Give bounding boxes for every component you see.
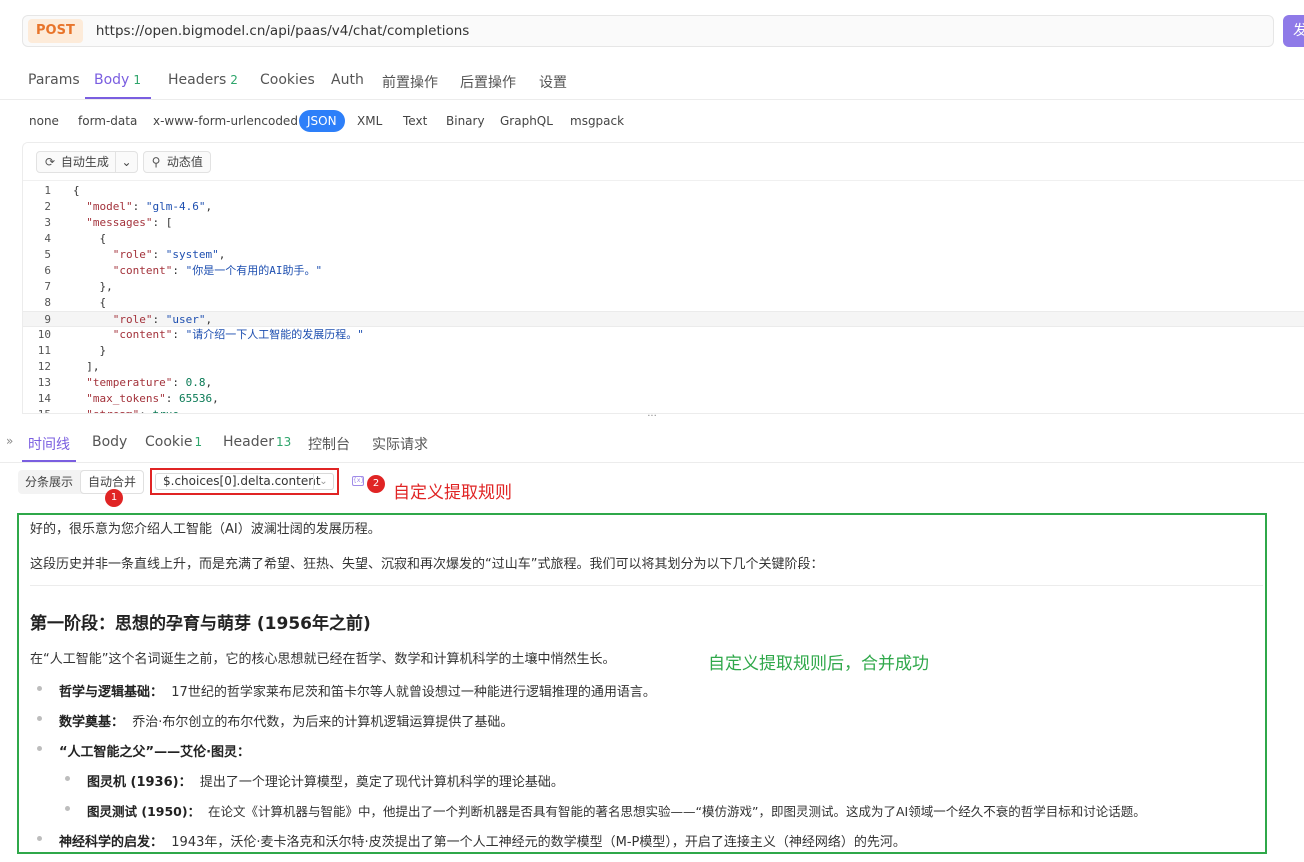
response-tabs: » 时间线 Body Cookie 1 Header 13 控制台 实际请求 xyxy=(0,425,1304,463)
body-type-graphql[interactable]: GraphQL xyxy=(500,114,553,128)
tab-settings[interactable]: 设置 xyxy=(539,72,567,92)
annotation-rule-label: 自定义提取规则 xyxy=(393,483,512,503)
tab-timeline[interactable]: 时间线 xyxy=(28,434,70,454)
code-line-active: 9 "role": "user", xyxy=(23,311,1304,327)
code-line: 14 "max_tokens": 65536, xyxy=(37,392,219,405)
body-type-msgpack[interactable]: msgpack xyxy=(570,114,624,128)
url-bar[interactable]: POST https://open.bigmodel.cn/api/paas/v… xyxy=(22,15,1274,47)
list-item: 图灵机 (1936)： 提出了一个理论计算模型，奠定了现代计算机科学的理论基础。 xyxy=(87,775,564,790)
divider xyxy=(30,585,1263,586)
code-line: 7 }, xyxy=(44,280,113,293)
code-line: 1{ xyxy=(44,184,80,197)
chevron-down-icon: ⌄ xyxy=(313,474,333,489)
tab-cookies[interactable]: Cookies xyxy=(260,72,315,88)
body-type-none[interactable]: none xyxy=(29,114,59,128)
tab-auth[interactable]: Auth xyxy=(331,72,364,88)
collapse-icon[interactable]: » xyxy=(6,434,13,448)
body-type-xml[interactable]: XML xyxy=(357,114,382,128)
code-line: 12 ], xyxy=(37,360,100,373)
extract-rule-select[interactable]: $.choices[0].delta.content ⌄ xyxy=(155,473,334,490)
code-line: 15 "stream": true xyxy=(23,407,1304,413)
code-line: 2 "model": "glm-4.6", xyxy=(44,200,213,213)
body-type-text[interactable]: Text xyxy=(403,114,427,128)
annotation-highlight-box: $.choices[0].delta.content ⌄ xyxy=(150,468,339,495)
tab-params[interactable]: Params xyxy=(28,72,80,88)
magic-wand-icon: ⚲ xyxy=(151,155,161,169)
tab-cookie[interactable]: Cookie 1 xyxy=(145,434,202,450)
bullet xyxy=(37,716,42,721)
code-line: 3 "messages": [ xyxy=(44,216,173,229)
editor-toolbar: ⟳ 自动生成 ⌄ ⚲ 动态值 xyxy=(23,143,1304,181)
extract-rule-icon[interactable]: {x} xyxy=(352,476,364,486)
json-body-editor[interactable]: ⟳ 自动生成 ⌄ ⚲ 动态值 1{ 2 "model": "glm-4.6", … xyxy=(22,142,1304,414)
code-line: 5 "role": "system", xyxy=(44,248,226,261)
tab-body[interactable]: Body 1 xyxy=(94,72,141,88)
list-item: 图灵测试 (1950)： 在论文《计算机器与智能》中，他提出了一个判断机器是否具… xyxy=(87,804,1146,819)
paragraph: 在“人工智能”这个名词诞生之前，它的核心思想就已经在哲学、数学和计算机科学的土壤… xyxy=(30,652,616,667)
bullet xyxy=(37,836,42,841)
chevron-down-icon[interactable]: ⌄ xyxy=(115,152,137,172)
code-line: 10 "content": "请介绍一下人工智能的发展历程。" xyxy=(37,328,364,341)
active-tab-indicator xyxy=(85,97,151,99)
split-view-button[interactable]: 分条展示 xyxy=(18,470,80,494)
list-item: 神经科学的启发： 1943年，沃伦·麦卡洛克和沃尔特·皮茨提出了第一个人工神经元… xyxy=(59,835,906,850)
tab-count: 2 xyxy=(230,73,238,87)
annotation-success-label: 自定义提取规则后，合并成功 xyxy=(708,654,929,674)
tab-headers[interactable]: Headers 2 xyxy=(168,72,238,88)
tab-count: 13 xyxy=(275,435,292,449)
merged-response-content: 好的，很乐意为您介绍人工智能（AI）波澜壮阔的发展历程。 这段历史并非一条直线上… xyxy=(17,513,1267,854)
list-item: “人工智能之父”——艾伦·图灵： xyxy=(59,745,251,760)
bullet xyxy=(65,776,70,781)
tab-console[interactable]: 控制台 xyxy=(308,434,350,454)
tab-count: 1 xyxy=(133,73,141,87)
tab-actual-request[interactable]: 实际请求 xyxy=(372,434,428,454)
code-line: 13 "temperature": 0.8, xyxy=(37,376,213,389)
tab-header[interactable]: Header 13 xyxy=(223,434,291,450)
code-line: 11 } xyxy=(37,344,107,357)
bullet xyxy=(65,806,70,811)
bullet xyxy=(37,746,42,751)
list-item: 哲学与逻辑基础： 17世纪的哲学家莱布尼茨和笛卡尔等人就曾设想过一种能进行逻辑推… xyxy=(59,685,656,700)
section-heading: 第一阶段：思想的孕育与萌芽 (1956年之前) xyxy=(30,614,371,634)
url-input[interactable]: https://open.bigmodel.cn/api/paas/v4/cha… xyxy=(96,23,470,39)
bullet xyxy=(37,686,42,691)
tab-response-body[interactable]: Body xyxy=(92,434,127,450)
list-item: 数学奠基： 乔治·布尔创立的布尔代数，为后来的计算机逻辑运算提供了基础。 xyxy=(59,715,514,730)
code-line: 6 "content": "你是一个有用的AI助手。" xyxy=(44,264,323,277)
body-type-binary[interactable]: Binary xyxy=(446,114,485,128)
panel-resize-handle[interactable]: ··· xyxy=(0,412,1304,422)
code-line: 8 { xyxy=(44,296,107,309)
active-tab-indicator xyxy=(22,460,76,462)
code-line: 4 { xyxy=(44,232,107,245)
dynamic-value-button[interactable]: ⚲ 动态值 xyxy=(143,151,211,173)
tab-post-ops[interactable]: 后置操作 xyxy=(460,72,516,92)
tab-pre-ops[interactable]: 前置操作 xyxy=(382,72,438,92)
body-type-urlencoded[interactable]: x-www-form-urlencoded xyxy=(153,114,298,128)
refresh-icon: ⟳ xyxy=(44,155,56,169)
paragraph: 这段历史并非一条直线上升，而是充满了希望、狂热、失望、沉寂和再次爆发的“过山车”… xyxy=(30,557,824,572)
auto-generate-button[interactable]: ⟳ 自动生成 ⌄ xyxy=(36,151,138,173)
tab-count: 1 xyxy=(194,435,203,449)
method-selector[interactable]: POST xyxy=(28,19,83,43)
paragraph: 好的，很乐意为您介绍人工智能（AI）波澜壮阔的发展历程。 xyxy=(30,522,381,537)
view-mode-toggle: 分条展示 自动合并 xyxy=(18,470,145,494)
send-button[interactable]: 发送 xyxy=(1283,15,1304,47)
body-type-form-data[interactable]: form-data xyxy=(78,114,137,128)
request-tabs: Params Body 1 Headers 2 Cookies Auth 前置操作 … xyxy=(0,60,1304,100)
annotation-badge-1: 1 xyxy=(105,489,123,507)
body-type-json[interactable]: JSON xyxy=(299,110,345,132)
annotation-badge-2: 2 xyxy=(367,475,385,493)
